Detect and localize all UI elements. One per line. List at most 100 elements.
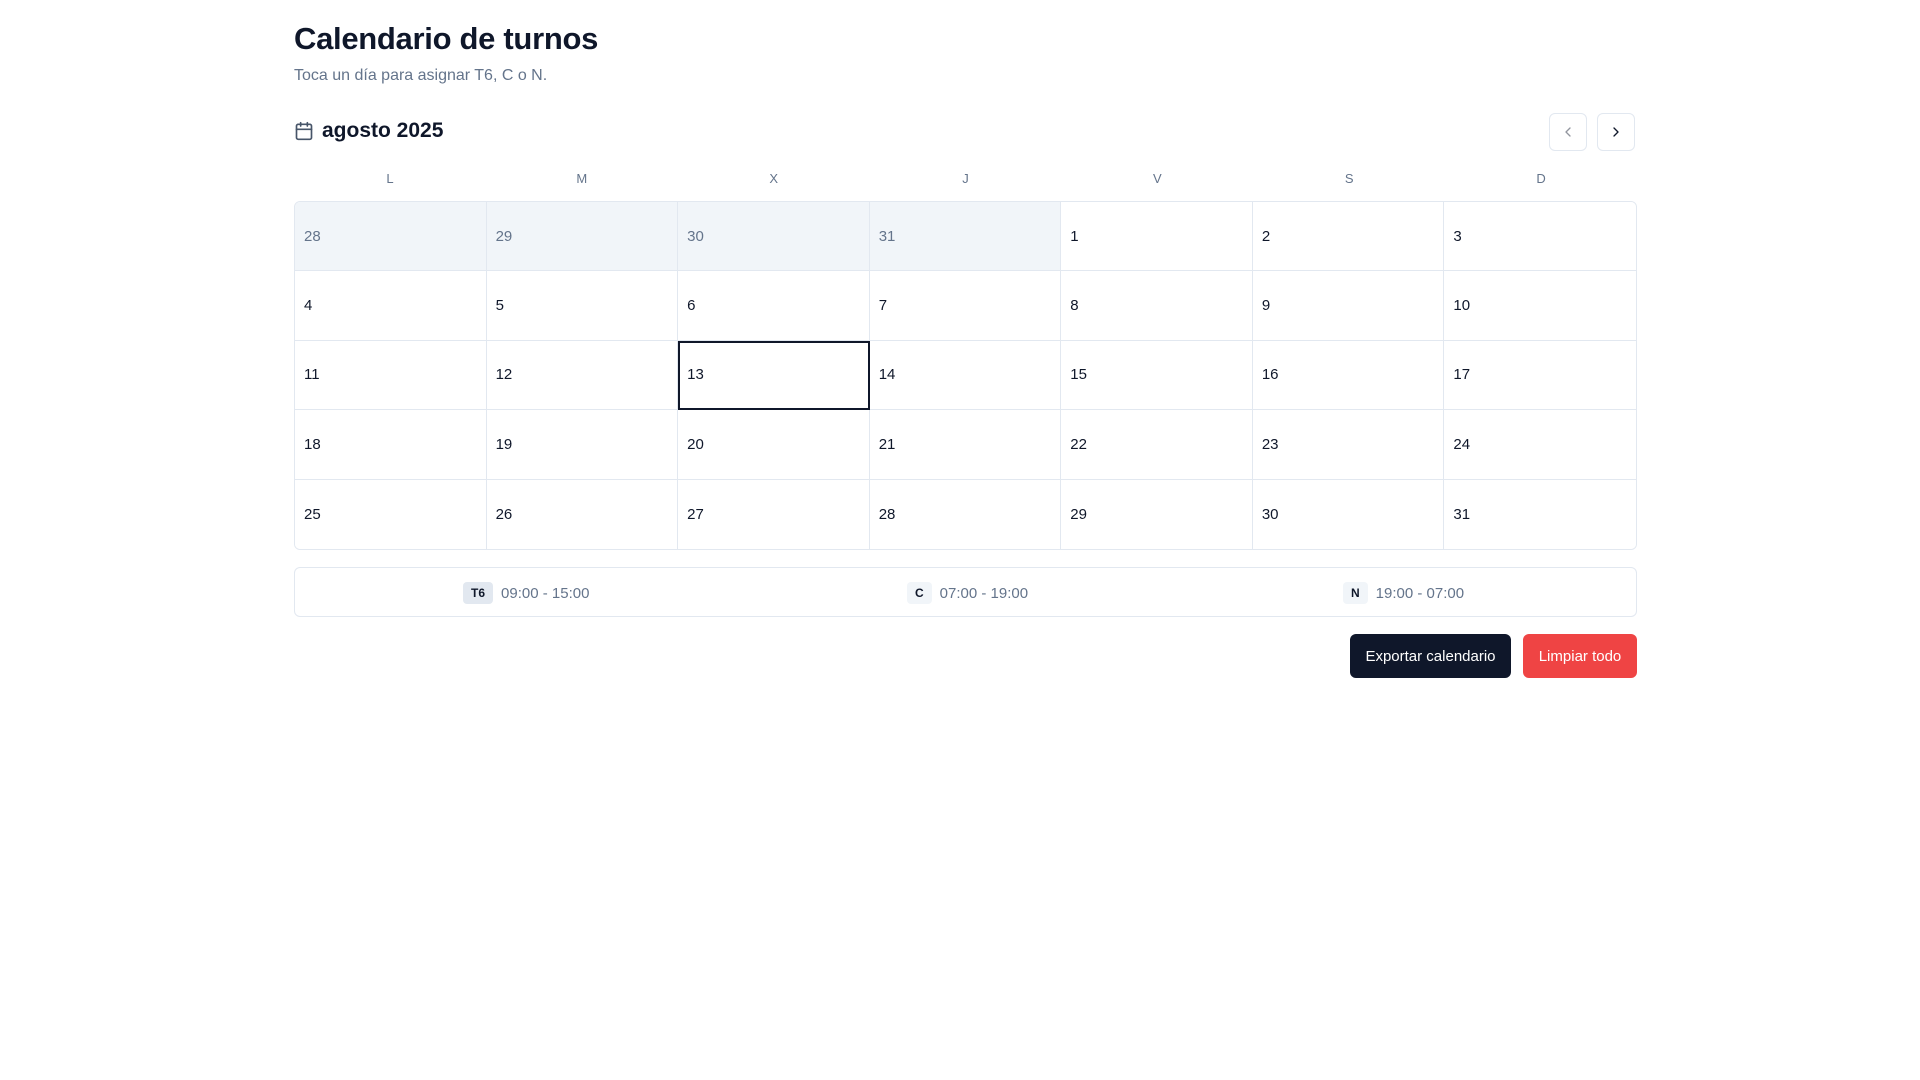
day-cell[interactable]: 1 [1061, 202, 1253, 272]
action-bar: Exportar calendario Limpiar todo [294, 634, 1637, 678]
day-cell[interactable]: 12 [486, 340, 679, 411]
legend-item-c: C 07:00 - 19:00 [907, 581, 1028, 605]
day-number: 5 [495, 297, 504, 315]
day-number: 28 [304, 227, 321, 245]
day-cell[interactable]: 22 [1061, 410, 1253, 480]
day-number: 4 [304, 297, 313, 315]
day-number: 13 [687, 366, 704, 384]
day-cell[interactable]: 4 [295, 271, 487, 341]
day-number: 30 [1261, 505, 1279, 523]
day-number: 29 [495, 227, 513, 245]
day-cell[interactable]: 23 [1252, 410, 1445, 480]
weekday-label: L [386, 171, 394, 186]
day-cell[interactable]: 11 [295, 340, 487, 411]
day-number: 15 [1070, 366, 1087, 384]
page-subtitle: Toca un día para asignar T6, C o N. [294, 67, 548, 84]
chevron-right-icon [1608, 124, 1624, 140]
day-cell[interactable]: 21 [869, 410, 1062, 480]
day-cell[interactable]: 16 [1252, 340, 1445, 411]
day-number: 12 [495, 366, 513, 384]
day-number: 31 [878, 227, 896, 245]
weekday-label: D [1536, 171, 1546, 186]
shift-time-n: 19:00 - 07:00 [1375, 584, 1465, 602]
month-navigation: agosto 2025 [294, 113, 1637, 153]
legend-item-n: N 19:00 - 07:00 [1343, 581, 1464, 605]
day-number: 11 [304, 366, 320, 384]
day-cell[interactable]: 8 [1061, 271, 1253, 341]
day-cell-outside-month[interactable]: 29 [486, 202, 679, 272]
shift-badge-c: C [907, 582, 932, 604]
day-cell-outside-month[interactable]: 30 [678, 202, 870, 272]
previous-month-button[interactable] [1549, 113, 1587, 151]
day-cell[interactable]: 30 [1252, 479, 1445, 549]
day-cell[interactable]: 6 [678, 271, 870, 341]
export-calendar-button[interactable]: Exportar calendario [1350, 634, 1511, 678]
day-cell[interactable]: 19 [486, 410, 679, 480]
day-cell[interactable]: 17 [1444, 340, 1636, 411]
day-cell[interactable]: 25 [295, 479, 487, 549]
next-month-button[interactable] [1597, 113, 1635, 151]
clear-all-button[interactable]: Limpiar todo [1523, 634, 1637, 678]
day-cell[interactable]: 20 [678, 410, 870, 480]
day-cell[interactable]: 18 [295, 410, 487, 480]
shift-time-c: 07:00 - 19:00 [939, 584, 1029, 602]
day-number: 16 [1261, 366, 1279, 384]
day-number: 6 [687, 297, 696, 315]
day-number: 18 [304, 435, 321, 453]
legend-item-t6: T6 09:00 - 15:00 [463, 581, 589, 605]
day-number: 26 [495, 505, 513, 523]
day-cell[interactable]: 13 [678, 340, 870, 411]
day-number: 10 [1453, 297, 1471, 315]
day-number: 9 [1261, 297, 1271, 315]
day-cell[interactable]: 28 [869, 479, 1062, 549]
day-cell[interactable]: 3 [1444, 202, 1636, 272]
current-month-label: agosto 2025 [322, 119, 444, 142]
day-cell[interactable]: 15 [1061, 340, 1253, 411]
shift-badge-n: N [1343, 582, 1368, 604]
day-cell[interactable]: 24 [1444, 410, 1636, 480]
shift-badge-t6: T6 [463, 582, 494, 604]
day-cell[interactable]: 26 [486, 479, 679, 549]
day-cell[interactable]: 31 [1444, 479, 1636, 549]
day-number: 27 [687, 505, 704, 523]
day-number: 17 [1453, 366, 1471, 384]
day-cell-outside-month[interactable]: 31 [869, 202, 1062, 272]
chevron-left-icon [1560, 124, 1576, 140]
day-number: 29 [1070, 505, 1087, 523]
weekday-label: M [576, 171, 588, 186]
day-cell[interactable]: 10 [1444, 271, 1636, 341]
day-number: 1 [1070, 227, 1079, 245]
day-number: 23 [1261, 435, 1279, 453]
day-cell[interactable]: 9 [1252, 271, 1445, 341]
calendar-grid: 28 29 30 31 1 2 3 4 5 6 7 8 9 10 11 12 13 14 15 16 17 18 19 20 2… [294, 201, 1637, 550]
day-number: 31 [1453, 505, 1471, 523]
calendar-icon [294, 121, 314, 141]
day-number: 3 [1453, 227, 1462, 245]
day-number: 8 [1070, 297, 1079, 315]
day-cell[interactable]: 7 [869, 271, 1062, 341]
day-number: 19 [495, 435, 513, 453]
day-number: 28 [878, 505, 896, 523]
weekday-label: X [769, 171, 778, 186]
weekday-label: J [962, 171, 969, 186]
day-number: 2 [1261, 227, 1271, 245]
day-number: 24 [1453, 435, 1471, 453]
shift-legend: T6 09:00 - 15:00 C 07:00 - 19:00 N 19:00… [294, 567, 1637, 617]
weekday-header: L M X J V S D [294, 171, 1637, 191]
day-number: 30 [687, 227, 704, 245]
day-number: 25 [304, 505, 321, 523]
day-number: 20 [687, 435, 704, 453]
day-number: 22 [1070, 435, 1087, 453]
day-cell[interactable]: 29 [1061, 479, 1253, 549]
weekday-label: S [1344, 171, 1354, 186]
day-cell-outside-month[interactable]: 28 [295, 202, 487, 272]
weekday-label: V [1153, 171, 1162, 186]
day-cell[interactable]: 2 [1252, 202, 1445, 272]
shift-time-t6: 09:00 - 15:00 [501, 584, 590, 602]
day-number: 7 [878, 297, 888, 315]
page-title: Calendario de turnos [294, 21, 599, 56]
day-number: 14 [878, 366, 896, 384]
day-cell[interactable]: 27 [678, 479, 870, 549]
day-cell[interactable]: 5 [486, 271, 679, 341]
day-cell[interactable]: 14 [869, 340, 1062, 411]
